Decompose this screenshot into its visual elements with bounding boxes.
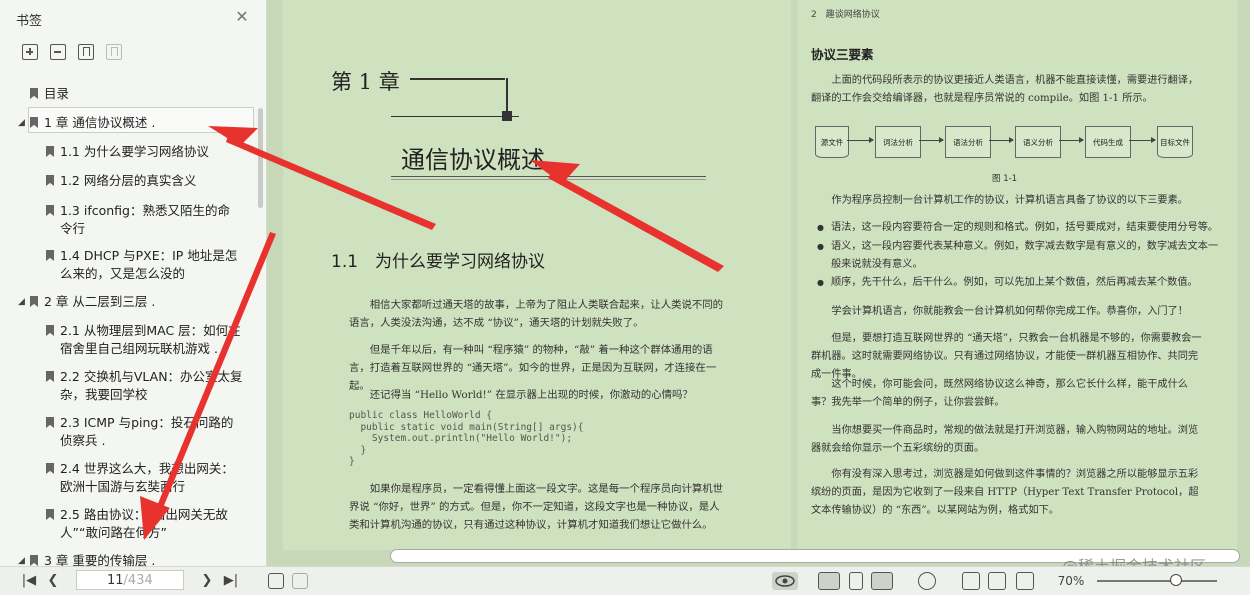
current-page: 11 [107,573,124,588]
bookmark-icon [46,175,54,186]
bullet-item: 顺序，先干什么，后干什么。例如，可以先加上某个数值，然后再减去某个数值。 [817,274,1223,292]
paragraph: 这个时候，你可能会问，既然网络协议这么神奇，那么它长什么样，能干成什么事？我先举… [811,379,1188,408]
collapse-triangle-icon[interactable]: ◢ [18,293,25,311]
chapter-decoration [506,78,508,114]
paragraph: 相信大家都听过通天塔的故事，上帝为了阻止人类联合起来，让人类说不同的语言，人类没… [349,299,724,329]
paragraph: 如果你是程序员，一定看得懂上面这一段文字。这是每一个程序员向计算机世界说 “你好… [349,483,724,531]
bookmark-panel: 书签 ✕ 目录 ◢ 1 章 通信协议概述 . 1.1 为什么要学习网络协议 1.… [0,0,267,566]
pdf-page-left: 第 1 章 通信协议概述 1.1 为什么要学习网络协议 相信大家都听过通天塔的故… [283,0,791,550]
bottom-toolbar: |◀ ❮ 11/434 ❯ ▶| 70% [0,566,1250,595]
eye-protection-icon[interactable] [772,572,798,590]
chapter-decoration [410,78,505,80]
collapse-triangle-icon[interactable]: ◢ [18,114,25,132]
collapse-triangle-icon[interactable]: ◢ [18,552,25,566]
continuous-view-icon[interactable] [849,572,863,590]
code-block: public class HelloWorld { public static … [349,410,584,467]
chapter-title: 通信协议概述 [401,146,545,174]
expand-all-icon[interactable] [22,44,38,60]
running-header: 2 趣谈网络协议 [811,10,880,20]
arrow-icon [1059,137,1084,143]
figure-box: 源文件 [815,126,849,158]
figure-caption: 图 1-1 [992,174,1018,184]
total-pages: /434 [123,573,153,588]
zoom-level[interactable]: 70% [1056,572,1086,590]
bookmark-toolbar [22,44,122,64]
bookmark-icon [46,146,54,157]
arrow-icon [847,137,874,143]
bookmark-icon [46,417,54,428]
rotate-icon[interactable] [1016,572,1034,590]
eye-icon [775,575,795,587]
sidebar-scrollbar[interactable] [258,108,263,208]
arrow-icon [989,137,1014,143]
bullet-item: 语法，这一段内容要符合一定的规则和格式。例如，括号要成对，结束要使用分号等。 [817,219,1223,237]
figure-box: 语法分析 [945,126,991,158]
collapse-all-icon[interactable] [50,44,66,60]
paragraph: 还记得当 “Hello World!” 在显示器上出现的时候，你激动的心情吗？ [369,389,693,401]
prev-page-icon[interactable]: ❮ [44,572,62,590]
document-view: 第 1 章 通信协议概述 1.1 为什么要学习网络协议 相信大家都听过通天塔的故… [267,0,1250,566]
figure-box: 语义分析 [1015,126,1061,158]
add-bookmark-icon[interactable] [78,44,94,60]
paragraph: 你有没有深入思考过，浏览器是如何做到这件事情的？浏览器之所以能够显示五彩缤纷的页… [811,469,1199,516]
zoom-slider-handle[interactable] [1170,574,1182,586]
back-icon[interactable] [268,573,284,589]
last-page-icon[interactable]: ▶| [222,572,240,590]
arrow-icon [919,137,944,143]
paragraph: 学会计算机语言，你就能教会一台计算机如何帮你完成工作。恭喜你，入门了！ [831,306,1188,317]
pdf-page-right: 2 趣谈网络协议 协议三要素 上面的代码段所表示的协议更接近人类语言，机器不能直… [797,0,1237,550]
bookmark-icon [30,296,38,307]
bookmark-icon [46,463,54,474]
figure-box: 代码生成 [1085,126,1131,158]
two-page-view-icon[interactable] [871,572,893,590]
page-number-field[interactable]: 11/434 [76,570,184,590]
figure-box: 目标文件 [1157,126,1193,158]
zoom-slider[interactable] [1097,580,1217,582]
bookmark-icon [46,250,54,261]
next-page-icon[interactable]: ❯ [198,572,216,590]
bookmark-icon [46,509,54,520]
chapter-label: 第 1 章 [331,70,400,94]
title-rule [391,176,706,177]
bookmark-icon [46,325,54,336]
actual-size-icon[interactable] [962,572,980,590]
play-icon[interactable] [918,572,936,590]
forward-icon[interactable] [292,573,308,589]
fit-page-icon[interactable] [988,572,1006,590]
bookmark-icon [30,555,38,566]
paragraph: 上面的代码段所表示的协议更接近人类语言，机器不能直接读懂，需要进行翻译，翻译的工… [811,75,1199,104]
delete-bookmark-icon[interactable] [106,44,122,60]
section-title: 协议三要素 [811,47,874,62]
bookmark-icon [30,88,38,99]
title-rule [391,179,706,180]
bookmark-icon [46,205,54,216]
single-page-view-icon[interactable] [818,572,840,590]
arrow-icon [1129,137,1156,143]
figure-box: 词法分析 [875,126,921,158]
bookmark-icon [46,371,54,382]
section-title: 1.1 为什么要学习网络协议 [331,252,546,272]
first-page-icon[interactable]: |◀ [20,572,38,590]
chapter-decoration [391,116,519,117]
paragraph: 当你想要买一件商品时，常规的做法就是打开浏览器，输入购物网站的地址。浏览器就会给… [811,425,1199,454]
compile-flow-figure: 源文件 词法分析 语法分析 语义分析 代码生成 目标文件 [815,120,1199,164]
bullet-item: 语义，这一段内容要代表某种意义。例如，数字减去数字是有意义的，数字减去文本一般来… [817,238,1223,274]
panel-title: 书签 [16,14,43,29]
close-icon[interactable]: ✕ [234,9,250,25]
paragraph: 作为程序员控制一台计算机工作的协议，计算机语言具备了协议的以下三要素。 [831,195,1188,206]
